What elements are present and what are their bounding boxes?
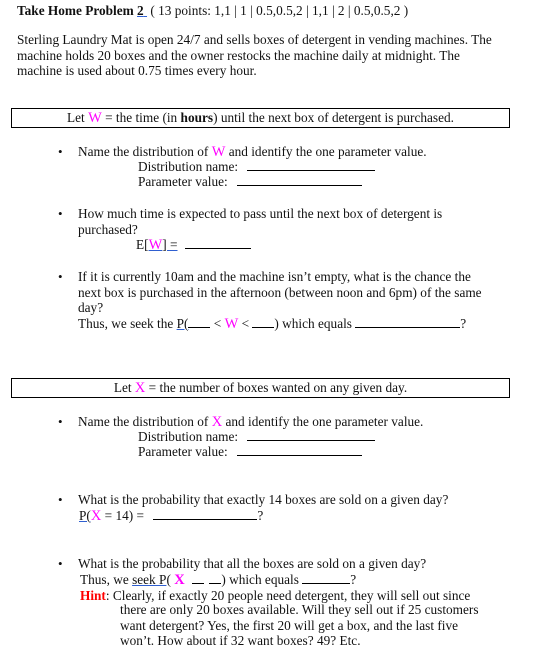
x-parameter-value-row: Parameter value: [138, 444, 363, 460]
w-distribution-name-row: Distribution name: [138, 159, 376, 175]
parameter-value-blank[interactable] [237, 444, 363, 456]
title-points: ( 13 points: 1,1 | 1 | 0.5,0.5,2 | 1,1 |… [147, 3, 409, 18]
question-text: What is the probability that all the box… [78, 556, 427, 571]
variable-w: W [148, 237, 163, 253]
question-text: and identify the one parameter value. [225, 144, 427, 159]
seek-text: < [210, 315, 225, 331]
p-text: = 14) = [101, 507, 145, 523]
question-text: How much time is expected to pass until … [78, 206, 443, 221]
hint-text: there are only 20 boxes available. Will … [120, 602, 479, 617]
p-row: P(X = 14) = ? [79, 508, 448, 525]
hint-text: won’t. How about if 32 want boxes? 49? E… [120, 633, 361, 648]
question-text: What is the probability that exactly 14 … [78, 492, 449, 507]
seek-p: P( [176, 315, 189, 331]
question-x-sold-out: What is the probability that all the box… [78, 556, 470, 604]
hint-label: Hint [80, 588, 106, 603]
bullet-icon: • [58, 206, 63, 221]
probability-blank[interactable] [153, 508, 258, 520]
expect-text: E[ [136, 237, 149, 252]
definition-box-w: Let W = the time (in hours) until the ne… [11, 108, 510, 128]
expected-value-blank[interactable] [184, 237, 251, 249]
seek-text: ? [460, 315, 467, 331]
question-text: day? [78, 300, 104, 315]
definition-box-x: Let X = the number of boxes wanted on an… [11, 378, 510, 398]
p-text: ? [257, 507, 264, 523]
box-text: Let [113, 380, 135, 395]
hint-text: want detergent? Yes, the first 20 will g… [120, 617, 459, 633]
question-x-exactly-14: What is the probability that exactly 14 … [78, 492, 448, 524]
lower-bound-blank[interactable] [188, 316, 211, 328]
question-text: Name the distribution of [78, 414, 212, 429]
hint-text: : Clearly, if exactly 20 people need det… [105, 588, 471, 603]
problem-title: Take Home Problem 2 ( 13 points: 1,1 | 1… [17, 3, 408, 19]
x-distribution-name-row: Distribution name: [138, 429, 376, 445]
question-w-expected: How much time is expected to pass until … [78, 206, 442, 237]
variable-w: W [211, 144, 226, 160]
title-number: 2 [137, 3, 144, 18]
variable-x: X [134, 380, 146, 396]
seek-text: ) which equals [274, 315, 356, 331]
seek-text: ? [350, 571, 357, 587]
seek-text: ) which equals [221, 571, 303, 587]
variable-w: W [224, 315, 239, 332]
question-text: If it is currently 10am and the machine … [78, 269, 471, 284]
hours-bold: hours [180, 110, 214, 125]
question-text: next box is purchased in the afternoon (… [78, 284, 482, 300]
bullet-icon: • [58, 144, 63, 159]
variable-x: X [174, 571, 185, 588]
bullet-icon: • [58, 492, 63, 507]
seek-text: Thus, we seek the [78, 315, 177, 331]
upper-bound-blank[interactable] [252, 316, 275, 328]
parameter-value-label: Parameter value: [138, 174, 228, 189]
box-text: = the number of boxes wanted on any give… [145, 380, 408, 395]
intro-line: machine is used about 0.75 times every h… [17, 63, 257, 78]
seek-text: Thus, we [80, 571, 133, 587]
p-text: P( [79, 507, 91, 523]
parameter-value-blank[interactable] [237, 174, 363, 186]
value-blank[interactable] [209, 572, 222, 584]
distribution-name-label: Distribution name: [138, 429, 239, 444]
intro-line: machine holds 20 boxes and the owner res… [17, 47, 460, 63]
distribution-name-blank[interactable] [247, 159, 376, 171]
expected-value-row: E[W] = [136, 237, 251, 254]
intro-paragraph: Sterling Laundry Mat is open 24/7 and se… [17, 32, 492, 79]
intro-line: Sterling Laundry Mat is open 24/7 and se… [17, 32, 492, 47]
bullet-icon: • [58, 414, 63, 429]
seek-word: seek P [132, 571, 167, 587]
question-text: Name the distribution of [78, 144, 212, 159]
box-text: = the time (in [101, 110, 181, 125]
w-parameter-value-row: Parameter value: [138, 174, 363, 190]
probability-blank[interactable] [302, 572, 351, 584]
bullet-icon: • [58, 556, 63, 571]
variable-x: X [90, 507, 102, 524]
question-text: and identify the one parameter value. [222, 414, 424, 429]
title-bold: Take Home Problem [17, 3, 134, 18]
probability-blank[interactable] [355, 316, 461, 328]
distribution-name-blank[interactable] [247, 429, 376, 441]
distribution-name-label: Distribution name: [138, 159, 239, 174]
variable-w: W [88, 110, 102, 126]
seek-row: Thus, we seek P( X ) which equals ? [80, 572, 470, 589]
bullet-icon: • [58, 269, 63, 284]
question-w-afternoon: If it is currently 10am and the machine … [78, 269, 482, 332]
question-text: purchased? [78, 221, 138, 237]
variable-x: X [211, 414, 223, 430]
box-text: ) until the next box of detergent is pur… [213, 110, 454, 125]
parameter-value-label: Parameter value: [138, 444, 228, 459]
hint-continuation: there are only 20 boxes available. Will … [120, 602, 479, 649]
expect-text: ] = [162, 237, 178, 252]
seek-row: Thus, we seek the P( < W < ) which equal… [78, 316, 482, 333]
seek-text: < [238, 315, 253, 331]
operator-blank[interactable] [192, 572, 205, 584]
box-text: Let [67, 110, 89, 125]
